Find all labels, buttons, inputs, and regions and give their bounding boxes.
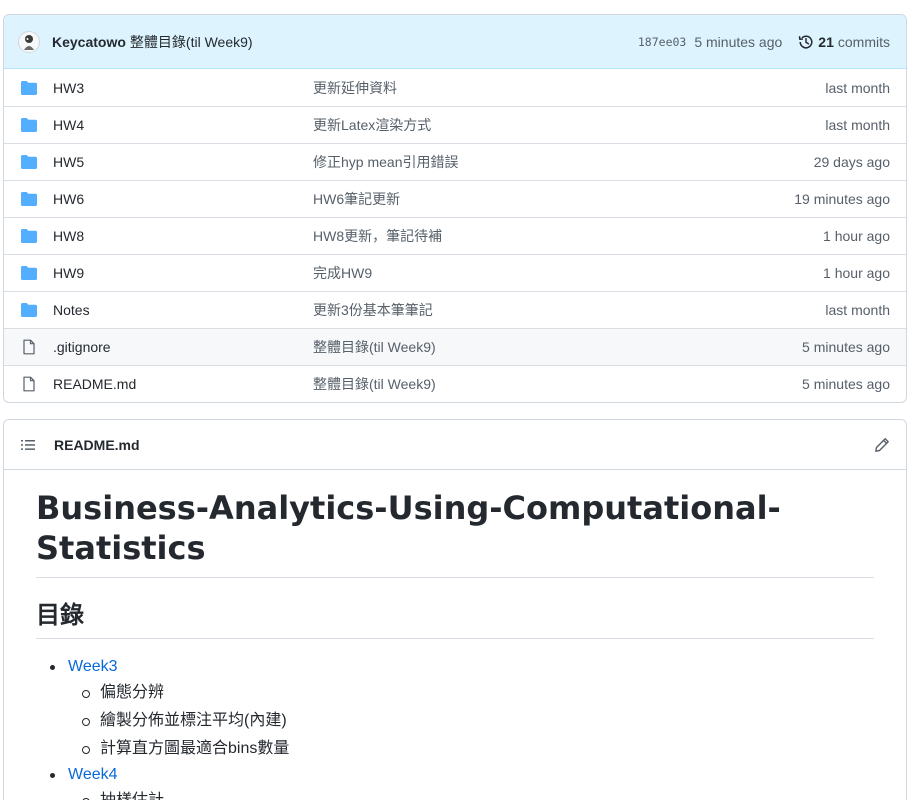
file-commit-time: 19 minutes ago	[794, 191, 890, 207]
file-row[interactable]: HW8 HW8更新，筆記待補 1 hour ago	[4, 217, 906, 254]
readme-header: README.md	[4, 420, 906, 470]
file-commit-time: 5 minutes ago	[802, 376, 890, 392]
toc-week-item: Week4 抽樣估計已知標準差估計母體平均	[36, 763, 874, 800]
toc-topic-label: 計算直方圖最適合bins數量	[100, 740, 290, 757]
file-name[interactable]: HW9	[53, 265, 313, 281]
readme-h2: 目錄	[36, 600, 874, 639]
file-row[interactable]: Notes 更新3份基本筆筆記 last month	[4, 291, 906, 328]
file-icon	[21, 376, 37, 392]
file-name[interactable]: README.md	[53, 376, 313, 392]
file-commit-message[interactable]: 整體目錄(til Week9)	[313, 337, 802, 357]
file-commit-time: last month	[825, 302, 890, 318]
commit-message[interactable]: 整體目錄(til Week9)	[130, 32, 253, 52]
file-commit-time: 5 minutes ago	[802, 339, 890, 355]
toc-week-item: Week3 偏態分辨繪製分佈並標注平均(內建) 計算直方圖最適合bins數量	[36, 655, 874, 763]
toc-topic-label: 繪製分佈並標注平均(內建)	[100, 712, 287, 729]
commit-author[interactable]: Keycatowo	[52, 34, 126, 50]
folder-icon	[21, 265, 37, 281]
toc-topic-label: 抽樣估計	[100, 792, 164, 800]
toc-sublist: 抽樣估計已知標準差估計母體平均	[68, 787, 874, 800]
commits-label: commits	[837, 33, 890, 50]
file-commit-message[interactable]: 修正hyp mean引用錯誤	[313, 152, 814, 172]
file-name[interactable]: HW5	[53, 154, 313, 170]
toc-topic-item: 抽樣估計已知標準差估計母體平均	[68, 787, 874, 800]
file-commit-time: 1 hour ago	[823, 265, 890, 281]
folder-icon	[21, 80, 37, 96]
toc-topic-item: 偏態分辨	[68, 679, 874, 707]
file-icon	[21, 339, 37, 355]
avatar[interactable]	[18, 30, 40, 53]
file-commit-time: last month	[825, 79, 890, 96]
commit-sha[interactable]: 187ee03	[638, 35, 686, 49]
file-list: HW3 更新延伸資料 last month HW4 更新Latex渲染方式 last mo…	[4, 69, 906, 402]
commit-meta: 187ee03 5 minutes ago 21 commits	[638, 34, 890, 50]
table-of-contents-icon[interactable]	[20, 437, 38, 453]
file-name[interactable]: Notes	[53, 302, 313, 318]
toc-list: Week3 偏態分辨 繪製分佈並標注平均(內建) 計算直方圖最適合bins數量 Week…	[36, 655, 874, 800]
file-row[interactable]: .gitignore 整體目錄(til Week9) 5 minutes ago	[4, 328, 906, 365]
toc-topic-item: 繪製分佈並標注平均(內建)	[68, 707, 874, 735]
file-commit-message[interactable]: 更新Latex渲染方式	[313, 115, 825, 135]
file-browser: Keycatowo 整體目錄(til Week9) 187ee03 5 minu…	[3, 14, 907, 403]
file-commit-time: 29 days ago	[813, 154, 890, 170]
file-commit-message[interactable]: HW6筆記更新	[313, 189, 794, 209]
file-commit-message[interactable]: 完成HW9	[313, 263, 823, 283]
commits-count: 21	[818, 33, 834, 50]
file-name[interactable]: HW3	[53, 80, 313, 96]
folder-icon	[21, 302, 37, 318]
folder-icon	[21, 228, 37, 244]
file-name[interactable]: .gitignore	[53, 339, 313, 355]
file-commit-message[interactable]: 更新3份基本筆筆記	[313, 300, 825, 320]
toc-topic-item: 計算直方圖最適合bins數量	[68, 735, 874, 763]
toc-sublist: 偏態分辨繪製分佈並標注平均(內建) 計算直方圖最適合bins數量	[68, 679, 874, 763]
file-commit-message[interactable]: 整體目錄(til Week9)	[313, 374, 802, 394]
pencil-icon[interactable]	[874, 437, 890, 453]
readme-content: Business-Analytics-Using-Computational-S…	[4, 470, 906, 800]
file-commit-message[interactable]: HW8更新，筆記待補	[313, 226, 823, 246]
file-row[interactable]: HW9 完成HW9 1 hour ago	[4, 254, 906, 291]
history-icon	[798, 34, 814, 50]
file-name[interactable]: HW6	[53, 191, 313, 207]
commits-history-link[interactable]: 21 commits	[798, 34, 890, 50]
readme-panel: README.md Business-Analytics-Using-Compu…	[3, 419, 907, 800]
folder-icon	[21, 154, 37, 170]
file-commit-message[interactable]: 更新延伸資料	[313, 78, 825, 98]
toc-week-link[interactable]: Week4	[68, 766, 118, 783]
toc-topic-label: 偏態分辨	[100, 684, 165, 701]
readme-filename[interactable]: README.md	[54, 437, 140, 453]
folder-icon	[21, 117, 37, 133]
file-commit-time: 1 hour ago	[823, 228, 890, 244]
file-name[interactable]: HW4	[53, 117, 313, 133]
commit-time: 5 minutes ago	[694, 33, 783, 50]
latest-commit-bar: Keycatowo 整體目錄(til Week9) 187ee03 5 minu…	[4, 15, 906, 69]
toc-week-link[interactable]: Week3	[68, 658, 118, 675]
file-row[interactable]: HW5 修正hyp mean引用錯誤 29 days ago	[4, 143, 906, 180]
readme-h1: Business-Analytics-Using-Computational-S…	[36, 488, 874, 578]
file-commit-time: last month	[825, 117, 890, 133]
file-row[interactable]: HW3 更新延伸資料 last month	[4, 69, 906, 106]
file-row[interactable]: HW6 HW6筆記更新 19 minutes ago	[4, 180, 906, 217]
file-row[interactable]: HW4 更新Latex渲染方式 last month	[4, 106, 906, 143]
file-name[interactable]: HW8	[53, 228, 313, 244]
folder-icon	[21, 191, 37, 207]
file-row[interactable]: README.md 整體目錄(til Week9) 5 minutes ago	[4, 365, 906, 402]
